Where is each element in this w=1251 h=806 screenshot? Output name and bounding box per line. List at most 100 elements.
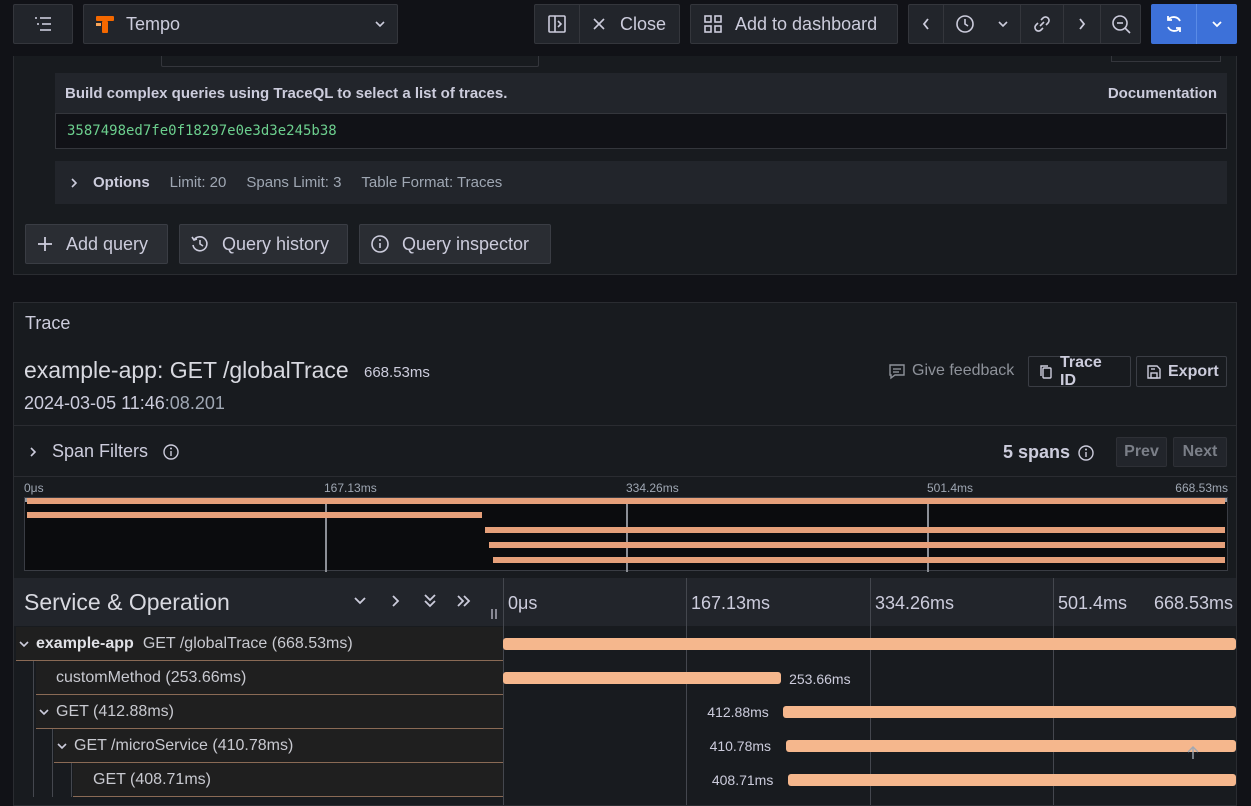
minimap-gridline xyxy=(325,498,327,572)
datasource-picker[interactable]: Tempo xyxy=(83,4,398,44)
trace-duration: 668.53ms xyxy=(364,364,430,381)
span-label[interactable]: customMethod (253.66ms) xyxy=(36,661,503,695)
chevron-right-icon xyxy=(388,593,404,614)
span-bar[interactable] xyxy=(503,638,1236,650)
column-resizer[interactable] xyxy=(490,608,498,620)
span-filters-toggle[interactable]: Span Filters xyxy=(28,441,180,462)
collapse-all-button[interactable] xyxy=(422,593,438,614)
add-to-dashboard-label: Add to dashboard xyxy=(735,13,878,34)
span-count-label: 5 spans xyxy=(1003,442,1071,462)
span-row[interactable]: GET /microService (410.78ms) 410.78ms xyxy=(14,729,1236,763)
zoom-out-icon xyxy=(1110,13,1132,35)
query-options[interactable]: Options Limit: 20 Spans Limit: 3 Table F… xyxy=(55,161,1227,204)
documentation-link[interactable]: Documentation xyxy=(1108,85,1217,102)
span-label[interactable]: example-app GET /globalTrace (668.53ms) xyxy=(16,627,503,661)
span-operation-name: GET /microService (410.78ms) xyxy=(74,736,294,754)
minimap-tick: 334.26ms xyxy=(626,481,679,495)
trace-minimap[interactable]: 0μs 167.13ms 334.26ms 501.4ms 668.53ms xyxy=(24,481,1228,572)
span-label[interactable]: GET (412.88ms) xyxy=(36,695,503,729)
minimap-span-bar xyxy=(488,542,1225,548)
span-count: 5 spans xyxy=(1003,442,1095,463)
span-bar[interactable] xyxy=(503,672,782,684)
traceql-query-input[interactable]: 3587498ed7fe0f18297e0e3d3e245b38 xyxy=(55,113,1227,149)
copy-icon xyxy=(1038,364,1054,380)
chevron-down-icon[interactable] xyxy=(36,706,52,718)
arrow-up-icon xyxy=(1186,745,1200,761)
minimap-tick: 0μs xyxy=(24,481,44,495)
span-row[interactable]: GET (412.88ms) 412.88ms xyxy=(14,695,1236,729)
span-duration-label: 408.71ms xyxy=(711,772,774,788)
add-query-button[interactable]: Add query xyxy=(25,224,168,264)
time-picker-button[interactable] xyxy=(944,4,1020,44)
close-button[interactable]: Close xyxy=(580,4,679,44)
trace-date-main: 2024-03-05 11:46 xyxy=(24,393,165,413)
split-button[interactable] xyxy=(535,4,579,44)
indent-guide xyxy=(33,729,34,763)
span-operation-name: GET /globalTrace (668.53ms) xyxy=(142,634,353,652)
chevron-down-icon[interactable] xyxy=(16,638,32,650)
chevron-down-icon[interactable] xyxy=(54,740,70,752)
span-row[interactable]: example-app GET /globalTrace (668.53ms) xyxy=(14,627,1236,661)
query-history-button[interactable]: Query history xyxy=(179,224,348,264)
info-circle-icon[interactable] xyxy=(1077,444,1095,462)
span-operation-name: GET (408.71ms) xyxy=(93,770,211,788)
next-button[interactable]: Next xyxy=(1173,437,1227,467)
run-button-remnant xyxy=(1111,56,1221,62)
query-inspector-button[interactable]: Query inspector xyxy=(359,224,551,264)
refresh-controls xyxy=(1151,4,1237,44)
timeline-tick: 334.26ms xyxy=(875,593,955,613)
query-type-tabs-remnant xyxy=(161,56,539,67)
export-button[interactable]: Export xyxy=(1136,356,1227,387)
minimap-canvas[interactable] xyxy=(24,497,1228,572)
double-chevron-down-icon xyxy=(422,593,438,614)
minimap-tick: 668.53ms xyxy=(1175,481,1228,495)
export-label: Export xyxy=(1168,362,1219,380)
prev-button[interactable]: Prev xyxy=(1116,437,1167,467)
query-editor-panel: Build complex queries using TraceQL to s… xyxy=(13,56,1237,275)
scroll-to-top-button[interactable] xyxy=(1186,745,1200,761)
share-link-button[interactable] xyxy=(1021,4,1063,44)
timeline-tick: 668.53ms xyxy=(1153,593,1233,613)
minimap-span-bar xyxy=(492,557,1225,563)
span-row[interactable]: customMethod (253.66ms) 253.66ms xyxy=(14,661,1236,695)
chevron-down-icon xyxy=(352,593,368,614)
span-filters-label: Span Filters xyxy=(52,441,149,461)
close-label: Close xyxy=(620,13,667,34)
plus-icon xyxy=(36,235,54,253)
minimap-span-bar xyxy=(485,527,1225,533)
refresh-interval-button[interactable] xyxy=(1197,4,1236,44)
expand-one-button[interactable] xyxy=(388,593,404,614)
split-pane-icon xyxy=(547,14,567,34)
span-label[interactable]: GET /microService (410.78ms) xyxy=(54,729,503,763)
info-circle-icon[interactable] xyxy=(162,443,180,461)
traceql-hint: Build complex queries using TraceQL to s… xyxy=(55,73,1227,114)
time-back-button[interactable] xyxy=(909,4,943,44)
indent-guide xyxy=(52,729,53,763)
span-row[interactable]: GET (408.71ms) 408.71ms xyxy=(14,763,1236,797)
time-forward-button[interactable] xyxy=(1064,4,1100,44)
trace-id-button[interactable]: Trace ID xyxy=(1028,354,1131,389)
span-label[interactable]: GET (408.71ms) xyxy=(73,763,503,797)
zoom-out-button[interactable] xyxy=(1101,4,1140,44)
clock-icon xyxy=(954,13,976,35)
timeline-tick: 167.13ms xyxy=(691,593,771,613)
expand-all-button[interactable] xyxy=(456,593,472,614)
refresh-icon xyxy=(1163,13,1185,35)
chevron-down-icon xyxy=(996,19,1010,29)
span-bar[interactable] xyxy=(787,774,1236,786)
minimap-ticks: 0μs 167.13ms 334.26ms 501.4ms 668.53ms xyxy=(24,481,1228,495)
give-feedback-link[interactable]: Give feedback xyxy=(888,362,1014,380)
span-bar[interactable] xyxy=(785,740,1236,752)
refresh-button[interactable] xyxy=(1152,4,1196,44)
menu-toggle-button[interactable] xyxy=(13,4,73,44)
minimap-tick: 501.4ms xyxy=(927,481,974,495)
tempo-logo-icon xyxy=(94,13,116,35)
trace-title: example-app: GET /globalTrace xyxy=(24,357,349,383)
datasource-name: Tempo xyxy=(126,13,181,34)
collapse-one-button[interactable] xyxy=(352,593,368,614)
options-label: Options xyxy=(93,174,150,191)
add-to-dashboard-button[interactable]: Add to dashboard xyxy=(690,4,898,44)
span-bar[interactable] xyxy=(783,706,1236,718)
chevron-right-icon xyxy=(28,446,38,458)
minimap-tick: 167.13ms xyxy=(324,481,377,495)
